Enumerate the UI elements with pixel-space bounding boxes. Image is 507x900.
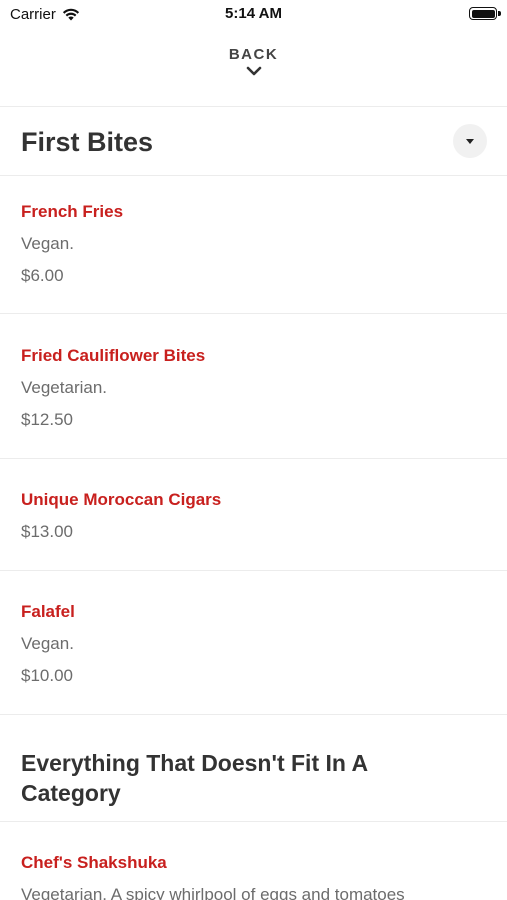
back-button[interactable]: BACK (0, 46, 507, 81)
caret-down-icon (466, 138, 474, 144)
item-description: Vegetarian. (21, 378, 108, 397)
section-header-first-bites[interactable]: First Bites (0, 107, 507, 175)
item-price: $6.00 (21, 266, 64, 285)
item-name: Chef's Shakshuka (21, 853, 167, 872)
collapse-button[interactable] (453, 124, 487, 158)
menu-item-french-fries[interactable]: French Fries Vegan. $6.00 (0, 176, 507, 313)
item-name: Unique Moroccan Cigars (21, 490, 222, 509)
battery-tip (498, 11, 501, 16)
item-description: Vegan. (21, 234, 74, 253)
menu-item-unique-moroccan-cigars[interactable]: Unique Moroccan Cigars $13.00 (0, 459, 507, 570)
menu-item-falafel[interactable]: Falafel Vegan. $10.00 (0, 571, 507, 714)
chevron-down-icon (246, 66, 261, 76)
item-name: Falafel (21, 602, 75, 621)
status-time: 5:14 AM (225, 5, 282, 22)
battery-icon (469, 7, 501, 20)
item-name: French Fries (21, 202, 124, 221)
item-description: Vegetarian. A spicy whirlpool of eggs an… (21, 885, 405, 900)
menu-item-chefs-shakshuka[interactable]: Chef's Shakshuka Vegetarian. A spicy whi… (0, 822, 507, 900)
battery-level (471, 9, 495, 18)
back-label: BACK (228, 46, 279, 63)
menu-item-fried-cauliflower-bites[interactable]: Fried Cauliflower Bites Vegetarian. $12.… (0, 314, 507, 458)
item-price: $12.50 (21, 410, 73, 429)
item-description: Vegan. (21, 634, 74, 653)
section-title: Everything That Doesn't Fit In A Categor… (21, 750, 368, 806)
section-title: First Bites (21, 127, 154, 157)
item-price: $10.00 (21, 666, 73, 685)
status-bar: Carrier 5:14 AM (0, 0, 507, 30)
divider (0, 714, 507, 715)
item-name: Fried Cauliflower Bites (21, 346, 206, 365)
item-price: $13.00 (21, 522, 73, 541)
